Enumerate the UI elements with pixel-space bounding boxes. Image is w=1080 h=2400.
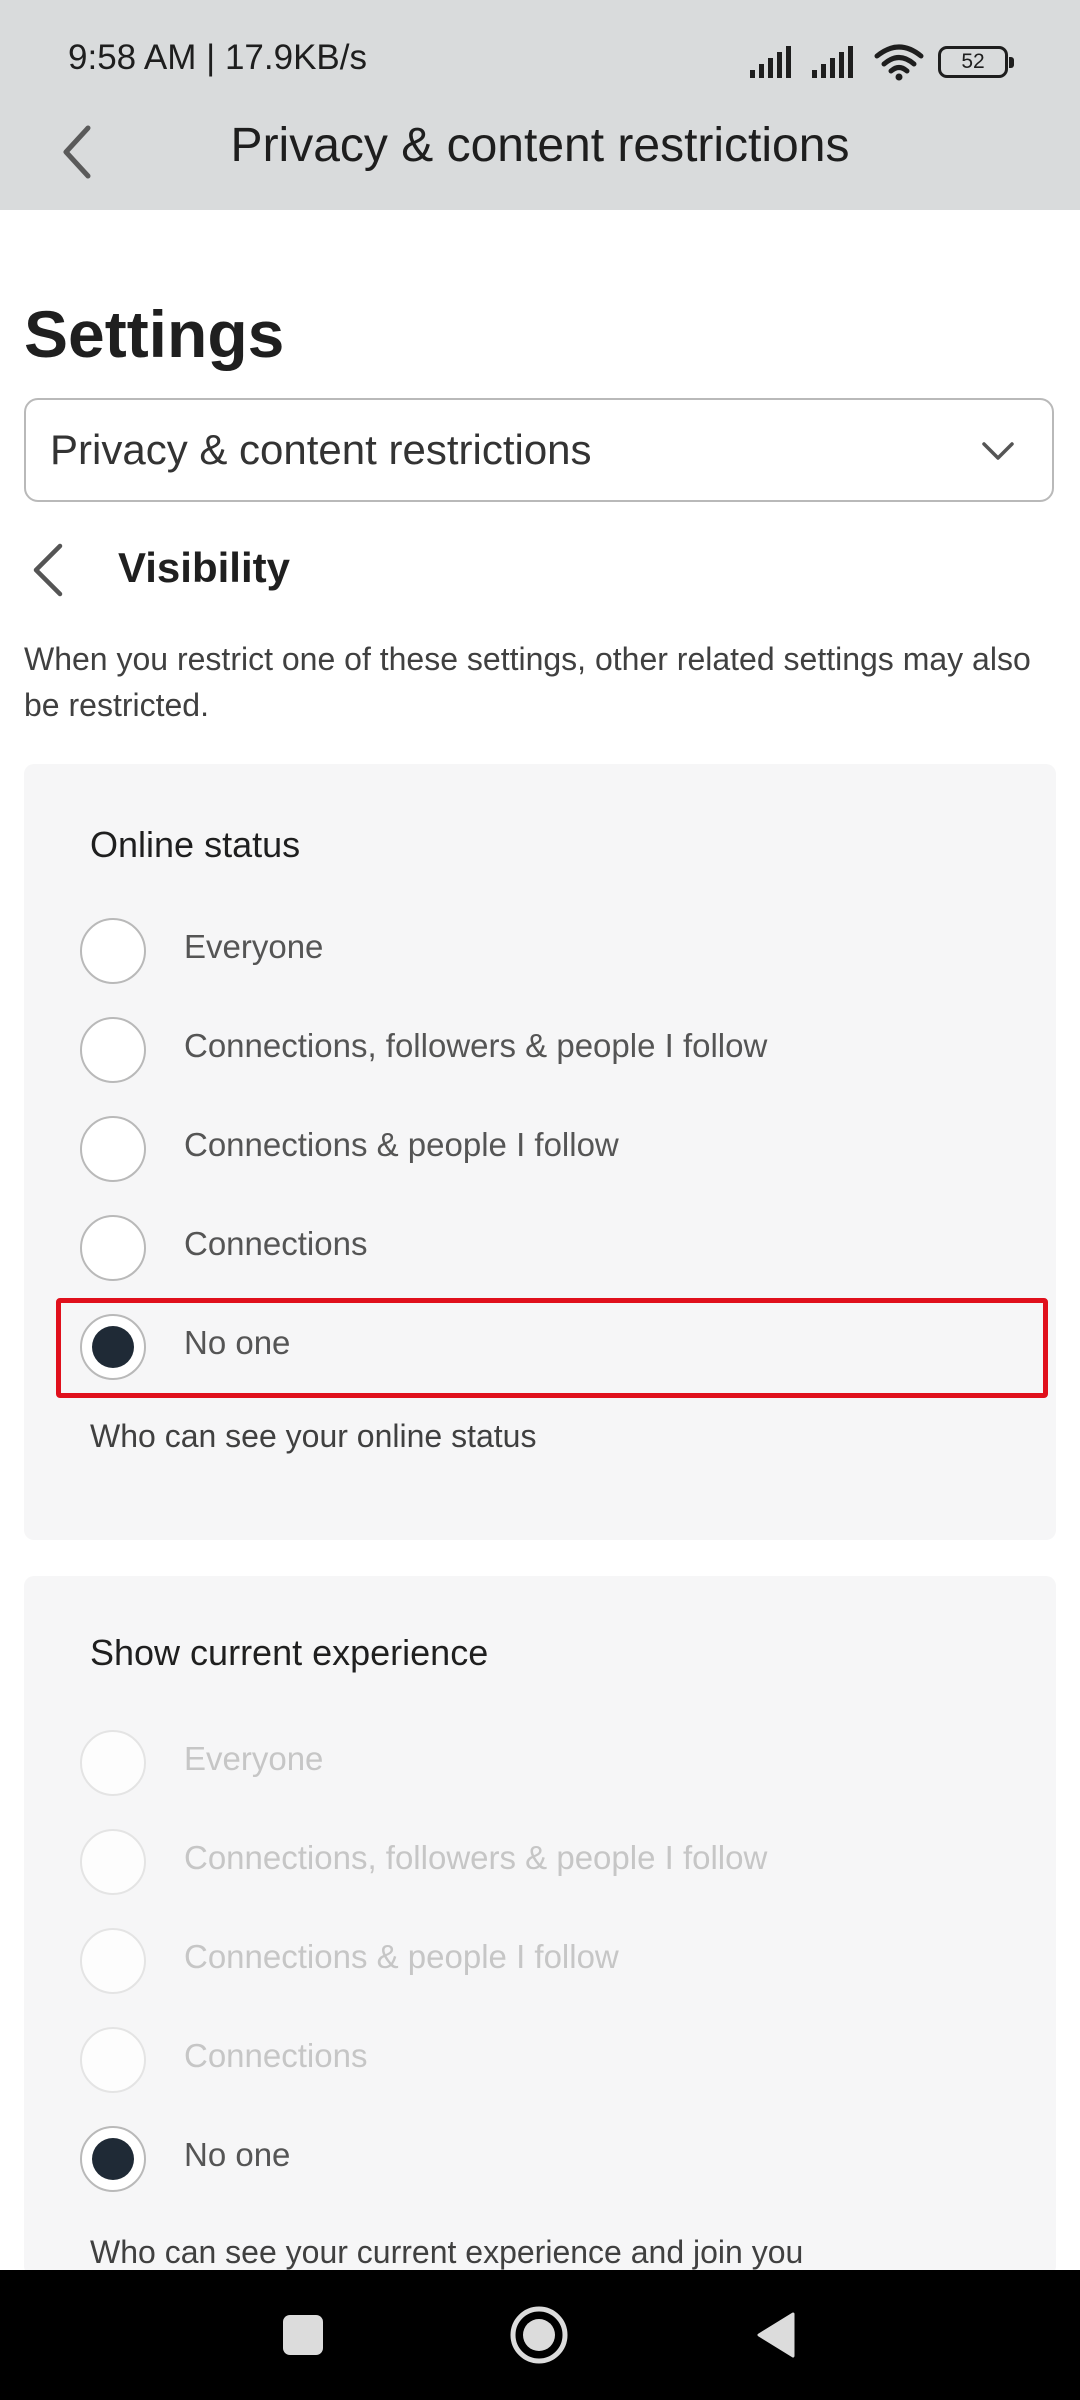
radio-button[interactable] [80,1116,146,1182]
radio-button [80,1829,146,1895]
current-experience-title: Show current experience [90,1632,489,1673]
dropdown-value: Privacy & content restrictions [50,426,592,473]
signal-icon [750,46,791,78]
radio-button [80,2027,146,2093]
option-label: Connections & people I follow [184,1126,619,1163]
option-label: Connections, followers & people I follow [184,1839,768,1876]
option-label: Connections, followers & people I follow [184,1027,768,1064]
chevron-down-icon [982,442,1014,460]
status-icons: 52 [750,38,1014,86]
radio-button[interactable] [80,918,146,984]
online-status-option-connections[interactable]: Connections [80,1215,1070,1295]
current-experience-helper: Who can see your current experience and … [90,2234,804,2270]
radio-button [80,1730,146,1796]
page-title: Settings [24,297,285,371]
option-label: No one [184,2136,291,2173]
option-label: Connections [184,1225,368,1262]
back-icon[interactable] [740,2300,810,2370]
radio-button[interactable] [80,1215,146,1281]
option-label: Everyone [184,1740,324,1777]
radio-button [80,1928,146,1994]
home-icon[interactable] [504,2300,574,2370]
current-experience-option-connections-followers: Connections, followers & people I follow [80,1829,1070,1909]
section-dropdown[interactable]: Privacy & content restrictions [24,398,1054,502]
highlight-box [56,1298,1048,1398]
app-bar-title: Privacy & content restrictions [230,119,850,172]
current-experience-option-everyone: Everyone [80,1730,1070,1810]
battery-icon: 52 [938,46,1014,78]
current-experience-option-connections-people: Connections & people I follow [80,1928,1070,2008]
top-bar: 9:58 AM | 17.9KB/s 52 Privacy & content … [0,0,1080,210]
radio-button-selected[interactable] [80,2126,146,2192]
option-label: Connections [184,2037,368,2074]
chevron-left-icon[interactable] [28,540,68,600]
wifi-icon [874,44,924,81]
status-time: 9:58 AM | 17.9KB/s [68,38,367,77]
online-status-title: Online status [90,824,301,865]
battery-level: 52 [961,50,985,73]
option-label: Connections & people I follow [184,1938,619,1975]
navigation-bar [0,2270,1080,2400]
current-experience-option-connections: Connections [80,2027,1070,2107]
online-status-option-connections-people[interactable]: Connections & people I follow [80,1116,1070,1196]
online-status-option-connections-followers[interactable]: Connections, followers & people I follow [80,1017,1070,1097]
online-status-card: Online status Everyone Connections, foll… [24,764,1056,1540]
recent-apps-icon[interactable] [268,2300,338,2370]
current-experience-option-no-one[interactable]: No one [80,2126,1070,2206]
option-label: Everyone [184,928,324,965]
current-experience-card: Show current experience Everyone Connect… [24,1576,1056,2276]
online-status-helper: Who can see your online status [90,1418,537,1454]
radio-button[interactable] [80,1017,146,1083]
section-description: When you restrict one of these settings,… [24,641,1031,723]
online-status-option-everyone[interactable]: Everyone [80,918,1070,998]
section-title: Visibility [118,544,290,591]
signal-icon [812,46,853,78]
